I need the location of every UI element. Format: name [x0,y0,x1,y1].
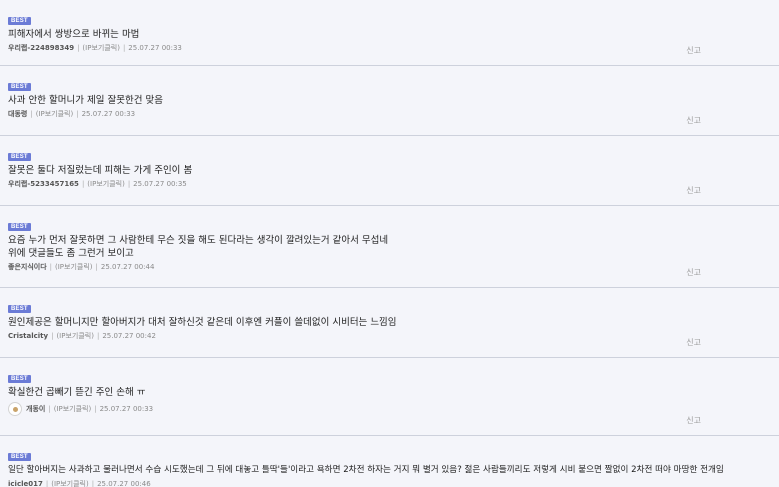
ip-view-link[interactable]: (IP보기클릭) [82,43,120,53]
meta-separator: | [48,405,51,413]
best-badge: BEST [8,83,31,91]
comment-author[interactable]: 우리랩-5233457165 [8,179,79,189]
comment-date: 25.07.27 00:33 [81,110,136,118]
avatar[interactable] [8,402,22,416]
comment-item: BEST 원인제공은 할머니지만 할아버지가 대처 잘하신것 같은데 이후엔 커… [0,288,779,358]
comment-text: 잘못은 둘다 저질렀는데 피해는 가게 주인이 봄 [8,165,193,176]
comment-date: 25.07.27 00:42 [102,332,156,340]
comment-text: 확실한건 곱빼기 뜯긴 주인 손해 ㅠ [8,387,146,398]
comment-item: BEST 확실한건 곱빼기 뜯긴 주인 손해 ㅠ 개동이 | (IP보기클릭) … [0,358,779,436]
meta-separator: | [30,110,33,118]
best-badge: BEST [8,153,31,161]
ip-view-link[interactable]: (IP보기클릭) [56,331,94,341]
comment-meta: 우리랩-224898349 | (IP보기클릭) | 25.07.27 00:3… [8,43,771,53]
meta-separator: | [122,44,126,52]
comment-meta: 우리랩-5233457165 | (IP보기클릭) | 25.07.27 00:… [8,179,771,189]
report-button[interactable]: 신고 [686,337,701,348]
report-button[interactable]: 신고 [686,415,701,426]
ip-view-link[interactable]: (IP보기클릭) [87,179,125,189]
best-badge: BEST [8,17,31,25]
meta-separator: | [95,263,98,271]
comment-meta: icicle017 | (IP보기클릭) | 25.07.27 00:46 [8,479,771,487]
best-badge: BEST [8,453,31,461]
comment-author[interactable]: 좋은지식이다 [8,262,47,272]
meta-separator: | [96,332,100,340]
comment-meta: 대동령 | (IP보기클릭) | 25.07.27 00:33 [8,109,771,119]
comment-date: 25.07.27 00:33 [99,405,154,413]
meta-separator: | [76,110,79,118]
comment-date: 25.07.27 00:46 [97,480,151,487]
comment-meta: 개동이 | (IP보기클릭) | 25.07.27 00:33 [8,402,771,416]
ip-view-link[interactable]: (IP보기클릭) [51,479,89,487]
comment-item: BEST 사과 안한 할머니가 제일 잘못한건 맞음 대동령 | (IP보기클릭… [0,66,779,136]
comment-item: BEST 일단 할아버지는 사과하고 물러나면서 수습 시도했는데 그 뒤에 대… [0,436,779,487]
ip-view-link[interactable]: (IP보기클릭) [36,109,74,119]
report-button[interactable]: 신고 [686,115,701,126]
comment-text: 요즘 누가 먼저 잘못하면 그 사람한테 무슨 짓을 해도 된다라는 생각이 깔… [8,235,389,259]
comment-item: BEST 피해자에서 쌍방으로 바뀌는 마법 우리랩-224898349 | (… [0,0,779,66]
report-button[interactable]: 신고 [686,185,701,196]
comment-list: BEST 피해자에서 쌍방으로 바뀌는 마법 우리랩-224898349 | (… [0,0,779,487]
comment-text: 원인제공은 할머니지만 할아버지가 대처 잘하신것 같은데 이후엔 커플이 쓸데… [8,317,397,328]
meta-separator: | [45,480,49,487]
comment-author[interactable]: 개동이 [26,404,45,414]
comment-author[interactable]: 우리랩-224898349 [8,43,74,53]
best-badge: BEST [8,223,31,231]
comment-meta: 좋은지식이다 | (IP보기클릭) | 25.07.27 00:44 [8,262,771,272]
comment-date: 25.07.27 00:44 [100,263,155,271]
comment-item: BEST 잘못은 둘다 저질렀는데 피해는 가게 주인이 봄 우리랩-52334… [0,136,779,206]
comment-date: 25.07.27 00:33 [128,44,182,52]
comment-item: BEST 요즘 누가 먼저 잘못하면 그 사람한테 무슨 짓을 해도 된다라는 … [0,206,779,288]
comment-meta: Cristalcity | (IP보기클릭) | 25.07.27 00:42 [8,331,771,341]
ip-view-link[interactable]: (IP보기클릭) [55,262,93,272]
meta-separator: | [77,44,80,52]
report-button[interactable]: 신고 [686,45,701,56]
comment-author[interactable]: icicle017 [8,479,43,487]
meta-separator: | [51,332,54,340]
meta-separator: | [91,480,95,487]
ip-view-link[interactable]: (IP보기클릭) [54,404,92,414]
best-badge: BEST [8,375,31,383]
meta-separator: | [81,180,85,188]
comment-author[interactable]: Cristalcity [8,331,48,341]
meta-separator: | [127,180,131,188]
meta-separator: | [94,405,97,413]
comment-text: 일단 할아버지는 사과하고 물러나면서 수습 시도했는데 그 뒤에 대놓고 틀딱… [8,465,724,475]
meta-separator: | [49,263,52,271]
comment-text: 피해자에서 쌍방으로 바뀌는 마법 [8,29,140,40]
comment-date: 25.07.27 00:35 [133,180,187,188]
best-badge: BEST [8,305,31,313]
comment-text: 사과 안한 할머니가 제일 잘못한건 맞음 [8,95,163,106]
comment-author[interactable]: 대동령 [8,109,27,119]
report-button[interactable]: 신고 [686,267,701,278]
